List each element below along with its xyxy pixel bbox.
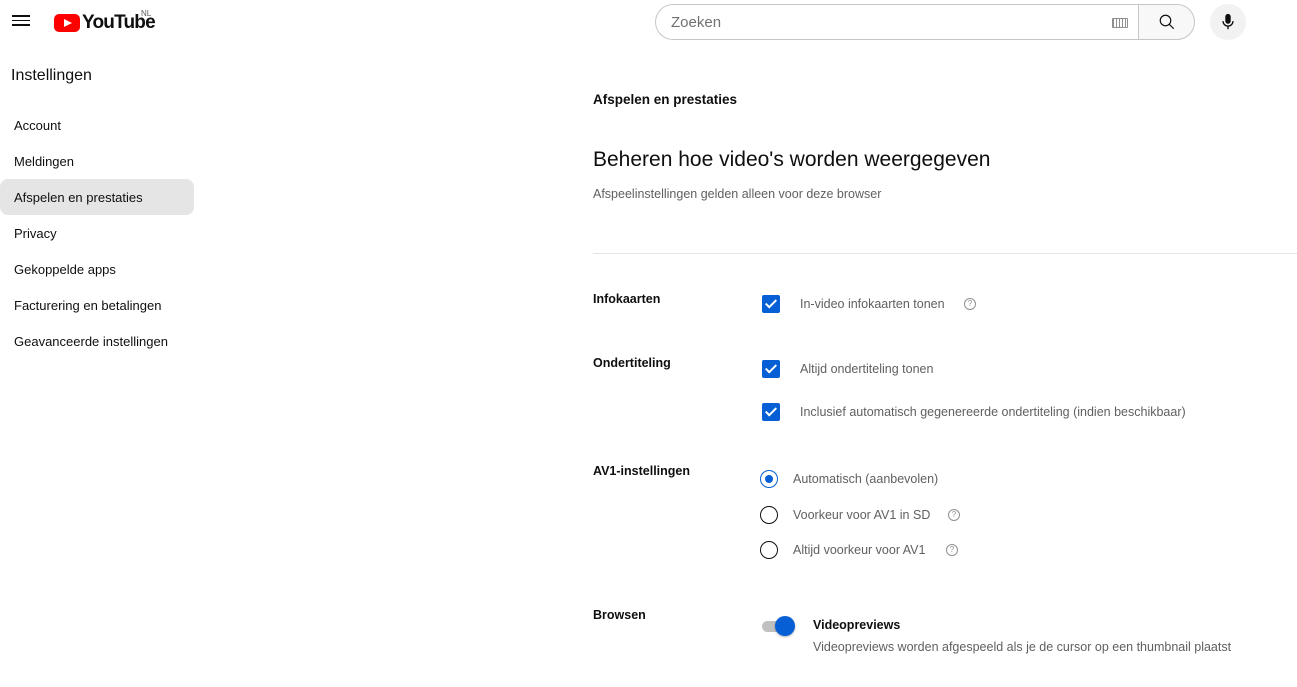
microphone-icon [1222, 13, 1234, 30]
help-icon[interactable]: ? [948, 509, 960, 521]
auto-subtitles-label: Inclusief automatisch gegenereerde onder… [800, 405, 1186, 419]
sidebar-item-privacy[interactable]: Privacy [0, 215, 194, 251]
search-button[interactable] [1138, 4, 1195, 40]
av1-auto-radio[interactable] [760, 470, 778, 488]
sidebar-item-billing[interactable]: Facturering en betalingen [0, 287, 194, 323]
menu-icon[interactable] [12, 12, 32, 30]
av1-label: AV1-instellingen [593, 464, 691, 478]
av1-auto-label: Automatisch (aanbevolen) [793, 472, 939, 486]
voice-search-button[interactable] [1210, 4, 1246, 40]
infocards-option-label: In-video infokaarten tonen [800, 297, 945, 311]
av1-always-radio[interactable] [760, 541, 778, 559]
sidebar-item-notifications[interactable]: Meldingen [0, 143, 194, 179]
sidebar-item-advanced[interactable]: Geavanceerde instellingen [0, 323, 194, 359]
av1-sd-radio[interactable] [760, 506, 778, 524]
toggle-knob [775, 616, 795, 636]
settings-sidebar: Account Meldingen Afspelen en prestaties… [0, 107, 194, 359]
section-title: Afspelen en prestaties [593, 92, 738, 107]
keyboard-icon[interactable] [1112, 18, 1128, 28]
youtube-logo[interactable]: YouTube NL [54, 9, 156, 34]
sidebar-item-playback[interactable]: Afspelen en prestaties [0, 179, 194, 215]
infocards-label: Infokaarten [593, 292, 661, 306]
search-input[interactable] [671, 13, 1091, 31]
help-icon[interactable]: ? [946, 544, 958, 556]
search-icon [1159, 14, 1174, 30]
infocards-checkbox[interactable] [762, 295, 780, 313]
av1-always-label: Altijd voorkeur voor AV1 [793, 543, 926, 557]
video-previews-toggle[interactable] [760, 616, 796, 636]
page-heading: Beheren hoe video's worden weergegeven [593, 148, 991, 171]
browse-label: Browsen [593, 608, 646, 622]
sidebar-item-connected-apps[interactable]: Gekoppelde apps [0, 251, 194, 287]
always-subtitles-checkbox[interactable] [762, 360, 780, 378]
video-previews-title: Videopreviews [813, 618, 901, 632]
video-previews-description: Videopreviews worden afgespeeld als je d… [813, 640, 1232, 654]
region-code: NL [141, 9, 152, 18]
search-box [655, 4, 1138, 40]
search-bar [655, 4, 1195, 40]
subtitles-label: Ondertiteling [593, 356, 671, 370]
auto-subtitles-checkbox[interactable] [762, 403, 780, 421]
top-header: YouTube NL [0, 0, 1297, 44]
sidebar-item-account[interactable]: Account [0, 107, 194, 143]
always-subtitles-label: Altijd ondertiteling tonen [800, 362, 934, 376]
divider [593, 253, 1297, 254]
page-subheading: Afspeelinstellingen gelden alleen voor d… [593, 187, 882, 201]
settings-title: Instellingen [11, 67, 92, 84]
youtube-play-icon [54, 14, 80, 32]
av1-sd-label: Voorkeur voor AV1 in SD [793, 508, 931, 522]
help-icon[interactable]: ? [964, 298, 976, 310]
